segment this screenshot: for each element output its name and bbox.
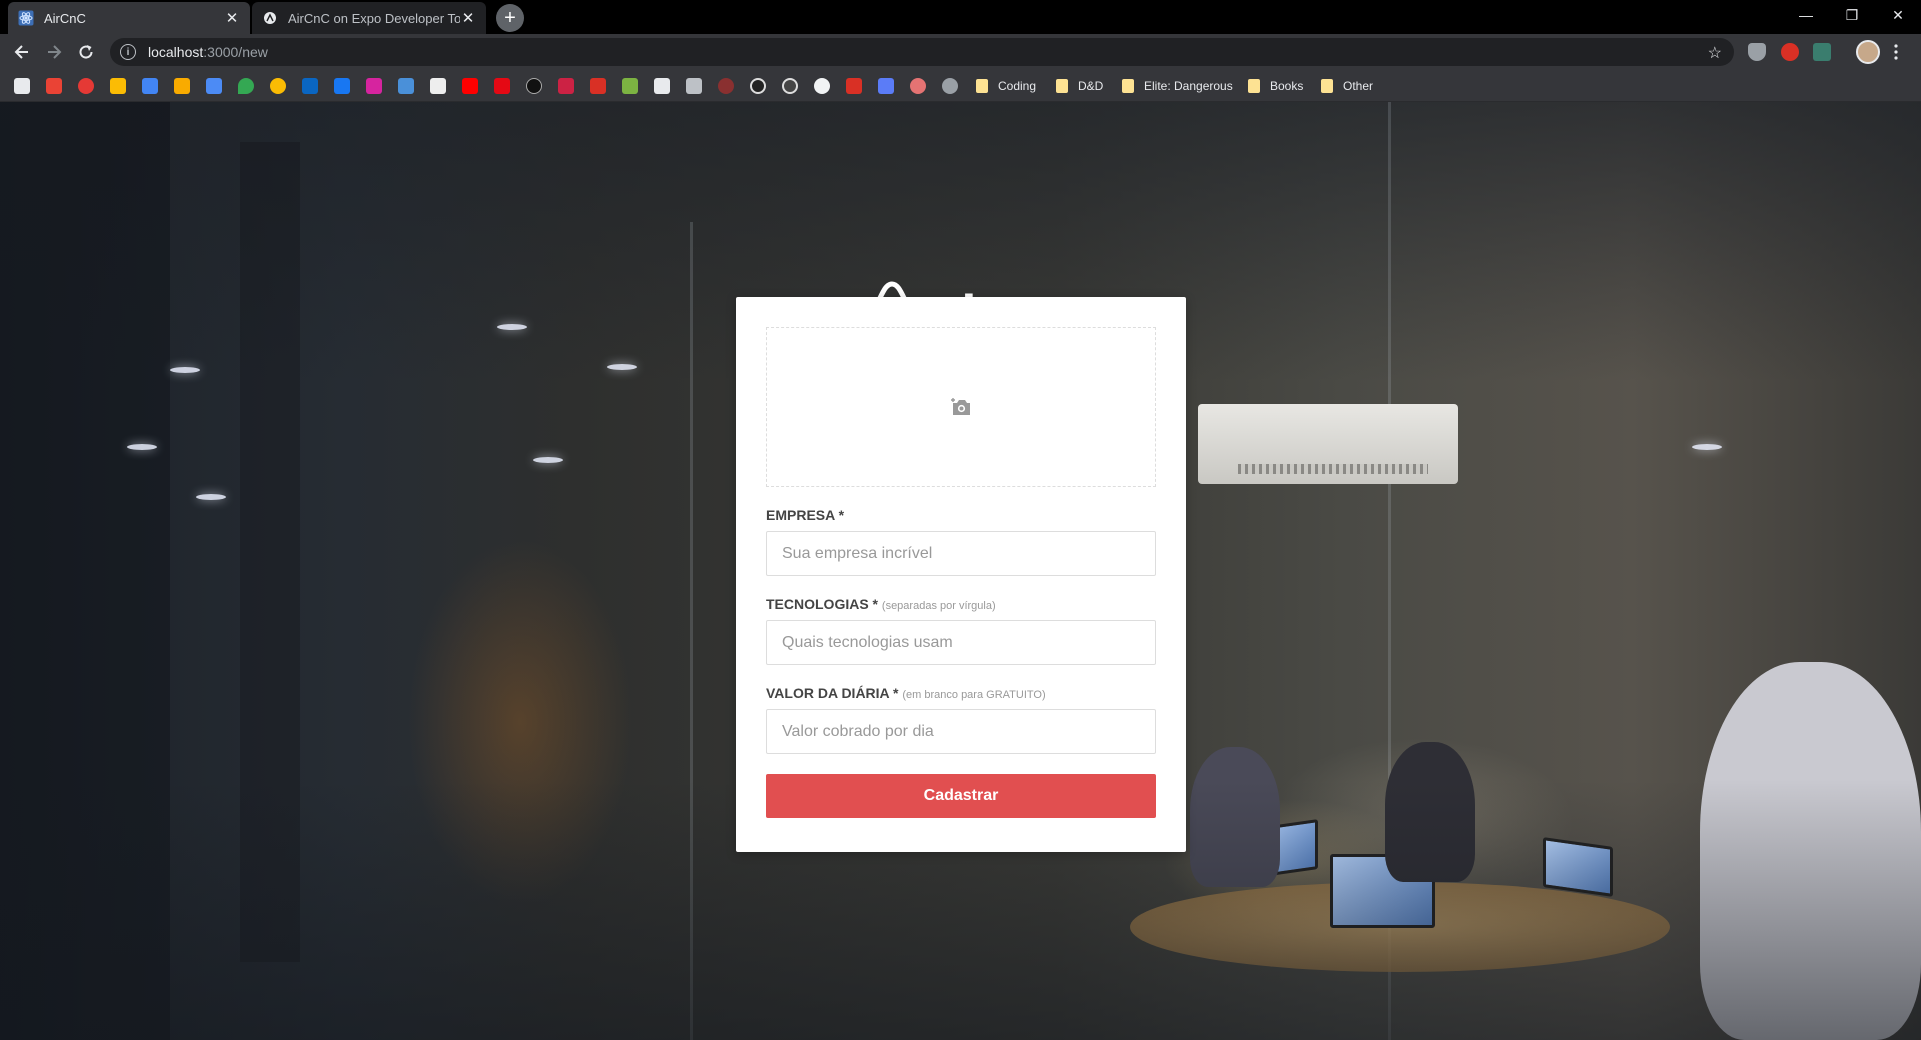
- facebook-bookmark-icon[interactable]: [334, 78, 350, 94]
- techs-input[interactable]: [766, 620, 1156, 665]
- price-input[interactable]: [766, 709, 1156, 754]
- tab-aircnc[interactable]: AirCnC ✕: [8, 2, 250, 34]
- techs-label-text: TECNOLOGIAS *: [766, 596, 879, 612]
- folder-icon: [1056, 79, 1068, 93]
- youtube-bookmark-icon[interactable]: [462, 78, 478, 94]
- maps-bookmark-icon[interactable]: [238, 78, 254, 94]
- background-photo-ac-unit: [1198, 404, 1458, 484]
- bookmark-icon-23[interactable]: [718, 78, 734, 94]
- submit-button[interactable]: Cadastrar: [766, 774, 1156, 818]
- profile-avatar[interactable]: [1856, 40, 1880, 64]
- browser-toolbar: i localhost:3000/new ☆: [0, 34, 1921, 70]
- calendar-bookmark-icon[interactable]: [142, 78, 158, 94]
- thumbnail-upload[interactable]: [766, 327, 1156, 487]
- info-icon[interactable]: i: [120, 44, 136, 60]
- restore-icon[interactable]: ❐: [1829, 0, 1875, 30]
- techs-hint: (separadas por vírgula): [881, 600, 996, 612]
- folder-icon: [1248, 79, 1260, 93]
- company-label-text: EMPRESA *: [766, 507, 845, 523]
- tab-expo-devtools[interactable]: AirCnC on Expo Developer Tools ✕: [252, 2, 486, 34]
- translate-bookmark-icon[interactable]: [206, 78, 222, 94]
- price-label-text: VALOR DA DIÁRIA *: [766, 685, 899, 701]
- bookmark-folder-label: D&D: [1078, 79, 1104, 93]
- address-host: localhost: [148, 44, 204, 60]
- forward-icon[interactable]: [40, 38, 68, 66]
- window-close-icon[interactable]: ✕: [1875, 0, 1921, 30]
- bookmark-icon-20[interactable]: [622, 78, 638, 94]
- background-photo-lamp: [170, 367, 200, 373]
- camera-icon: [951, 398, 970, 415]
- bookmark-icon-24[interactable]: [750, 78, 766, 94]
- bookmark-folder-label: Elite: Dangerous: [1144, 79, 1233, 93]
- bookmark-icon-25[interactable]: [782, 78, 798, 94]
- folder-icon: [976, 79, 988, 93]
- address-bar[interactable]: i localhost:3000/new ☆: [110, 38, 1734, 66]
- background-photo-lamp: [607, 364, 637, 370]
- goodreads-bookmark-icon[interactable]: [430, 78, 446, 94]
- techs-label: TECNOLOGIAS * (separadas por vírgula): [766, 596, 1156, 612]
- bookmark-icon-30[interactable]: [942, 78, 958, 94]
- reload-icon[interactable]: [72, 38, 100, 66]
- s-extension-icon[interactable]: [1813, 43, 1831, 61]
- bookmarks-bar: Coding D&D Elite: Dangerous Books Other: [0, 70, 1921, 102]
- bookmark-folder-label: Coding: [998, 79, 1037, 93]
- bookmark-folder-other[interactable]: Other: [1321, 77, 1373, 95]
- bookmark-folder-label: Books: [1270, 79, 1304, 93]
- background-photo-lamp: [196, 494, 226, 500]
- bookmark-icon-18[interactable]: [558, 78, 574, 94]
- bookmark-folder-label: Other: [1343, 79, 1374, 93]
- folder-icon: [1122, 79, 1134, 93]
- bookmark-folder-elite[interactable]: Elite: Dangerous: [1122, 77, 1233, 95]
- new-spot-form: EMPRESA * TECNOLOGIAS * (separadas por v…: [736, 297, 1186, 852]
- bookmark-icon-21[interactable]: [654, 78, 670, 94]
- background-photo-lamp: [1692, 444, 1722, 450]
- bookmark-icon-19[interactable]: [590, 78, 606, 94]
- bookmark-folder-books[interactable]: Books: [1248, 77, 1303, 95]
- menu-icon[interactable]: [1886, 38, 1906, 66]
- bookmark-icon-28[interactable]: [878, 78, 894, 94]
- shield-extension-icon[interactable]: [1748, 43, 1766, 61]
- bookmark-icon-26[interactable]: [814, 78, 830, 94]
- bookmark-icon-29[interactable]: [910, 78, 926, 94]
- tab-close-icon[interactable]: ✕: [224, 10, 240, 27]
- react-icon: [18, 10, 34, 26]
- bookmark-folder-coding[interactable]: Coding: [976, 77, 1036, 95]
- bookmark-folder-dnd[interactable]: D&D: [1056, 77, 1103, 95]
- bookmark-icon-6[interactable]: [174, 78, 190, 94]
- gmail-bookmark-icon[interactable]: [46, 78, 62, 94]
- netflix-bookmark-icon[interactable]: [494, 78, 510, 94]
- back-icon[interactable]: [8, 38, 36, 66]
- background-photo-lamp: [497, 324, 527, 330]
- company-label: EMPRESA *: [766, 507, 1156, 523]
- background-photo-lamp: [127, 444, 157, 450]
- company-input[interactable]: [766, 531, 1156, 576]
- price-label: VALOR DA DIÁRIA * (em branco para GRATUI…: [766, 685, 1156, 701]
- bookmark-icon-27[interactable]: [846, 78, 862, 94]
- folder-icon: [1321, 79, 1333, 93]
- minimize-icon[interactable]: —: [1783, 0, 1829, 30]
- linkedin-bookmark-icon[interactable]: [302, 78, 318, 94]
- lastpass-extension-icon[interactable]: [1781, 43, 1799, 61]
- bookmark-icon-22[interactable]: [686, 78, 702, 94]
- tab-title: AirCnC on Expo Developer Tools: [288, 10, 460, 26]
- expo-icon: [262, 10, 278, 26]
- photos-bookmark-icon[interactable]: [270, 78, 286, 94]
- star-icon[interactable]: ☆: [1708, 43, 1722, 63]
- tab-strip: AirCnC ✕ AirCnC on Expo Developer Tools …: [0, 0, 1921, 34]
- keep-bookmark-icon[interactable]: [110, 78, 126, 94]
- new-tab-button[interactable]: +: [496, 4, 524, 32]
- bookmark-icon-17[interactable]: [526, 78, 542, 94]
- tab-close-icon[interactable]: ✕: [460, 10, 476, 27]
- price-hint: (em branco para GRATUITO): [902, 689, 1046, 701]
- bookmark-icon-3[interactable]: [78, 78, 94, 94]
- background-photo-lamp: [533, 457, 563, 463]
- bookmark-icon-13[interactable]: [398, 78, 414, 94]
- apps-bookmark-icon[interactable]: [14, 78, 30, 94]
- instagram-bookmark-icon[interactable]: [366, 78, 382, 94]
- address-path: :3000/new: [203, 44, 268, 60]
- tab-title: AirCnC: [44, 10, 86, 26]
- page-background: aircnc EMPRESA * TECNOLOGIAS * (separada…: [0, 102, 1921, 1040]
